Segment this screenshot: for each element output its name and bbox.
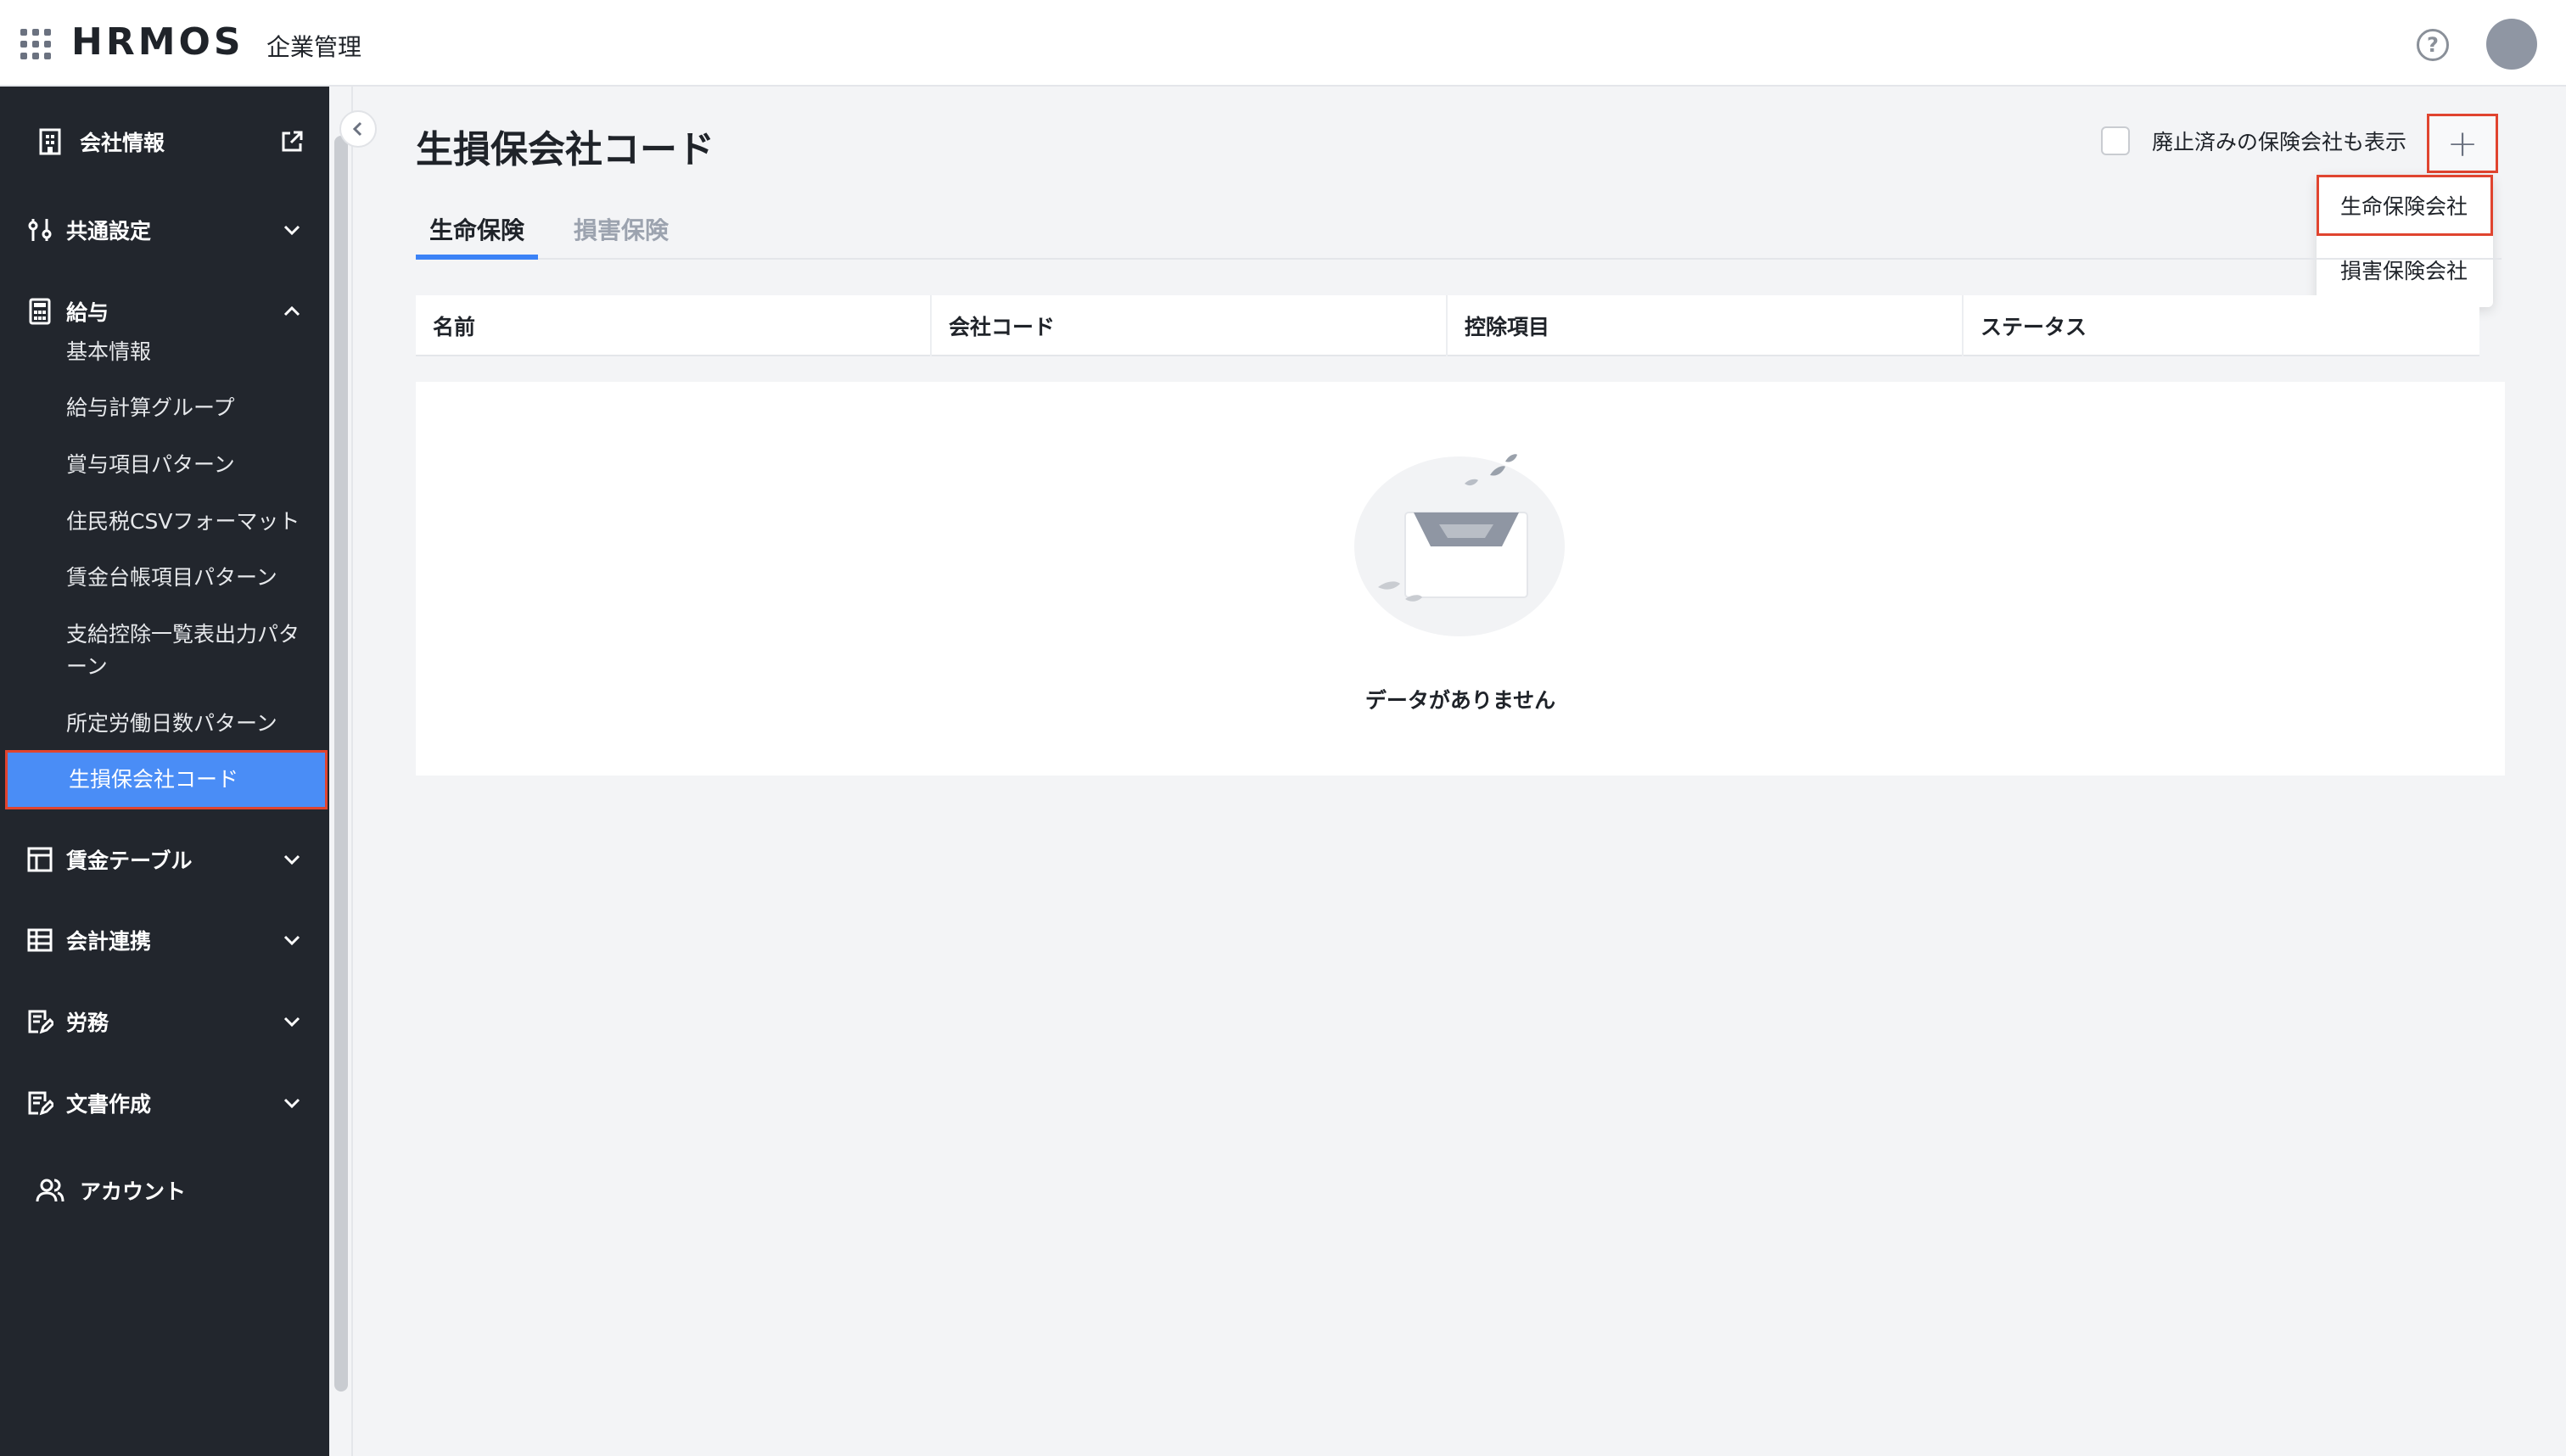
sidebar-item-label: 文書作成 [66, 1092, 152, 1117]
sidebar-item-company-info[interactable]: 会社情報 [0, 112, 329, 171]
table-layout-icon [25, 845, 54, 874]
sidebar-scrollbar[interactable] [334, 136, 348, 1392]
sidebar-subitem-wage-ledger[interactable]: 賃金台帳項目パターン [0, 562, 329, 594]
column-header-status[interactable]: ステータス [1964, 295, 2479, 356]
chevron-left-icon [352, 121, 362, 137]
sidebar-item-payroll[interactable]: 給与 [0, 282, 329, 341]
sliders-icon [25, 216, 54, 244]
collapse-sidebar-button[interactable] [339, 110, 377, 148]
chevron-down-icon [280, 928, 304, 952]
calculator-icon [25, 297, 54, 326]
sidebar-item-label: 賃金テーブル [66, 848, 193, 873]
sidebar-item-label: 給与 [66, 300, 109, 325]
sidebar-subitem-basic-info[interactable]: 基本情報 [0, 336, 329, 368]
sidebar-subitem-bonus-pattern[interactable]: 賞与項目パターン [0, 449, 329, 481]
column-header-company-code[interactable]: 会社コード [932, 295, 1448, 356]
brand-logo[interactable]: HRMOS [71, 20, 244, 64]
sidebar-item-label: 労務 [66, 1011, 109, 1035]
sidebar: 会社情報 共通設定 給与 基本情報 給与計算グループ 賞与項目パターン 住民税C… [0, 87, 329, 1456]
sidebar-subitem-working-days[interactable]: 所定労働日数パターン [0, 708, 329, 740]
plus-icon: + [2446, 121, 2479, 165]
show-archived-checkbox[interactable] [2101, 126, 2130, 155]
chevron-up-icon [280, 300, 304, 323]
building-icon [36, 127, 64, 156]
sidebar-item-labor[interactable]: 労務 [0, 992, 329, 1051]
add-button[interactable]: + [2427, 114, 2498, 173]
sidebar-item-label: 会計連携 [66, 929, 152, 954]
table-header: 名前 会社コード 控除項目 ステータス [416, 295, 2479, 356]
sidebar-subitem-resident-tax-csv[interactable]: 住民税CSVフォーマット [0, 506, 329, 538]
sidebar-item-label: 会社情報 [80, 131, 165, 155]
sidebar-item-documents[interactable]: 文書作成 [0, 1073, 329, 1133]
sidebar-subitem-insurance-code[interactable]: 生損保会社コード [5, 750, 328, 809]
chevron-down-icon [280, 1010, 304, 1033]
show-archived-label: 廃止済みの保険会社も表示 [2152, 130, 2407, 154]
sidebar-item-common-settings[interactable]: 共通設定 [0, 200, 329, 260]
grid-table-icon [25, 926, 54, 955]
tab-life-insurance[interactable]: 生命保険 [416, 212, 538, 260]
document-edit-icon [25, 1089, 54, 1117]
column-header-deduction-item[interactable]: 控除項目 [1448, 295, 1964, 356]
tab-bar: 生命保険 損害保険 [416, 207, 2502, 260]
app-root: HRMOS 企業管理 ? 会社情報 共通設定 給与 基本情報 給与計算グループ … [0, 0, 2566, 1456]
sidebar-item-label: アカウント [80, 1179, 187, 1204]
app-launcher-icon[interactable] [20, 29, 51, 59]
tab-nonlife-insurance[interactable]: 損害保険 [574, 212, 669, 260]
page-title: 生損保会社コード [416, 128, 714, 171]
sidebar-subitem-payroll-group[interactable]: 給与計算グループ [0, 392, 329, 424]
sidebar-subitem-deduction-list[interactable]: 支給控除一覧表出力パターン [0, 619, 329, 683]
empty-state-message: データがありません [1364, 688, 1556, 713]
chevron-down-icon [280, 1091, 304, 1115]
top-header: HRMOS 企業管理 ? [0, 0, 2566, 87]
external-link-icon [280, 130, 304, 154]
chevron-down-icon [280, 218, 304, 242]
document-edit-icon [25, 1007, 54, 1036]
chevron-down-icon [280, 848, 304, 871]
help-icon[interactable]: ? [2417, 29, 2449, 61]
product-name: 企業管理 [266, 33, 362, 61]
column-header-name[interactable]: 名前 [416, 295, 932, 356]
avatar[interactable] [2486, 19, 2537, 70]
empty-box-illustration [1354, 446, 1575, 638]
users-icon [36, 1176, 64, 1205]
show-archived-toggle[interactable]: 廃止済みの保険会社も表示 [2101, 126, 2406, 156]
sidebar-item-account[interactable]: アカウント [0, 1161, 329, 1220]
sidebar-item-accounting[interactable]: 会計連携 [0, 910, 329, 970]
sidebar-item-wage-table[interactable]: 賃金テーブル [0, 830, 329, 889]
sidebar-item-label: 共通設定 [66, 219, 152, 244]
